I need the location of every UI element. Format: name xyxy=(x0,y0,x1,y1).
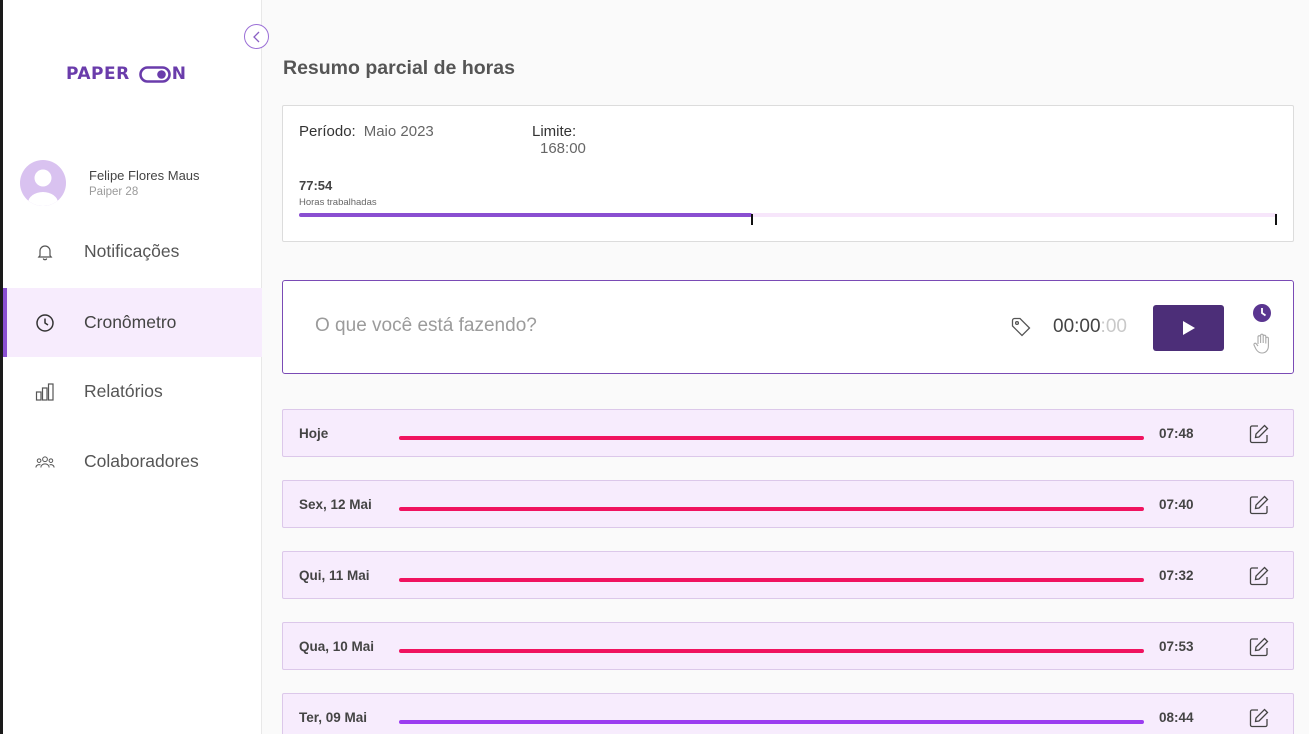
start-timer-button[interactable] xyxy=(1153,305,1224,351)
timer-seconds: :00 xyxy=(1100,316,1127,337)
edit-day-button[interactable] xyxy=(1248,707,1270,729)
nav-item-cronometro[interactable]: Cronômetro xyxy=(3,288,262,357)
day-row[interactable]: Qui, 11 Mai 07:32 xyxy=(282,551,1294,599)
edit-icon xyxy=(1249,708,1269,728)
collapse-sidebar-button[interactable] xyxy=(244,24,269,49)
user-name: Felipe Flores Maus xyxy=(89,168,200,183)
timer-mode-manual[interactable] xyxy=(1252,333,1272,355)
bar-chart-icon xyxy=(35,382,55,402)
day-row[interactable]: Qua, 10 Mai 07:53 xyxy=(282,622,1294,670)
hours-worked-label: Horas trabalhadas xyxy=(299,197,377,208)
day-row[interactable]: Hoje 07:48 xyxy=(282,409,1294,457)
limit-value: 168:00 xyxy=(540,140,586,157)
chevron-left-icon xyxy=(252,31,259,42)
brand-logo: PAPER N xyxy=(66,64,186,84)
day-row[interactable]: Ter, 09 Mai 08:44 xyxy=(282,693,1294,734)
tag-icon xyxy=(1011,317,1031,337)
progress-current-marker xyxy=(751,214,754,225)
limit-label: Limite: xyxy=(532,123,577,140)
day-label: Ter, 09 Mai xyxy=(299,710,368,725)
day-label: Qua, 10 Mai xyxy=(299,639,375,654)
day-hours-bar xyxy=(399,436,1144,440)
brand-name-right: N xyxy=(171,64,187,84)
day-row[interactable]: Sex, 12 Mai 07:40 xyxy=(282,480,1294,528)
edit-icon xyxy=(1249,495,1269,515)
day-total: 07:32 xyxy=(1159,568,1194,583)
day-label: Hoje xyxy=(299,426,329,441)
sidebar: PAPER N Felipe Flores Maus Paiper 28 Not… xyxy=(3,0,262,734)
nav-item-notificacoes[interactable]: Notificações xyxy=(3,217,262,286)
day-hours-bar xyxy=(399,578,1144,582)
period-label: Período: xyxy=(299,123,356,140)
hours-progress-track xyxy=(299,213,1277,217)
hours-summary-card: Período: Maio 2023 Limite: 168:00 77:54 … xyxy=(282,105,1294,242)
edit-day-button[interactable] xyxy=(1248,494,1270,516)
hand-mode-icon xyxy=(1253,333,1269,354)
hours-worked-value: 77:54 xyxy=(299,178,333,193)
toggle-logo-icon xyxy=(138,65,171,83)
user-profile[interactable]: Felipe Flores Maus Paiper 28 xyxy=(20,160,200,206)
day-total: 08:44 xyxy=(1159,710,1194,725)
edit-icon xyxy=(1249,637,1269,657)
clock-mode-icon xyxy=(1253,304,1271,322)
nav-item-relatorios[interactable]: Relatórios xyxy=(3,357,262,426)
edit-day-button[interactable] xyxy=(1248,636,1270,658)
user-subtitle: Paiper 28 xyxy=(89,186,139,198)
user-avatar-icon xyxy=(28,169,58,206)
edit-day-button[interactable] xyxy=(1248,423,1270,445)
tag-button[interactable] xyxy=(1010,316,1032,338)
users-icon xyxy=(35,452,55,472)
clock-icon xyxy=(35,313,55,333)
nav-label-colaboradores: Colaboradores xyxy=(84,451,199,471)
day-total: 07:53 xyxy=(1159,639,1194,654)
progress-limit-marker xyxy=(1275,214,1277,225)
activity-input[interactable] xyxy=(315,315,975,337)
timer-mode-clock[interactable] xyxy=(1252,303,1272,323)
nav-label-relatorios: Relatórios xyxy=(84,381,163,401)
hours-progress-fill xyxy=(299,213,753,217)
avatar xyxy=(20,160,66,206)
day-label: Qui, 11 Mai xyxy=(299,568,370,583)
page-title: Resumo parcial de horas xyxy=(283,57,515,79)
edit-day-button[interactable] xyxy=(1248,565,1270,587)
bell-icon xyxy=(35,242,55,262)
day-label: Sex, 12 Mai xyxy=(299,497,372,512)
day-total: 07:48 xyxy=(1159,426,1194,441)
timer-card: 00:00:00 xyxy=(282,280,1294,374)
play-icon xyxy=(1182,321,1195,335)
day-hours-bar xyxy=(399,649,1144,653)
timer-display: 00:00:00 xyxy=(1053,316,1127,338)
day-hours-bar xyxy=(399,720,1144,724)
brand-name-left: PAPER xyxy=(66,64,130,84)
day-total: 07:40 xyxy=(1159,497,1194,512)
period-value: Maio 2023 xyxy=(363,123,434,140)
day-hours-bar xyxy=(399,507,1144,511)
edit-icon xyxy=(1249,566,1269,586)
nav-label-cronometro: Cronômetro xyxy=(84,312,177,332)
edit-icon xyxy=(1249,424,1269,444)
nav-item-colaboradores[interactable]: Colaboradores xyxy=(3,427,262,496)
timer-main: 00:00 xyxy=(1053,316,1101,337)
app-window: PAPER N Felipe Flores Maus Paiper 28 Not… xyxy=(0,0,1309,734)
nav-label-notificacoes: Notificações xyxy=(84,241,180,261)
